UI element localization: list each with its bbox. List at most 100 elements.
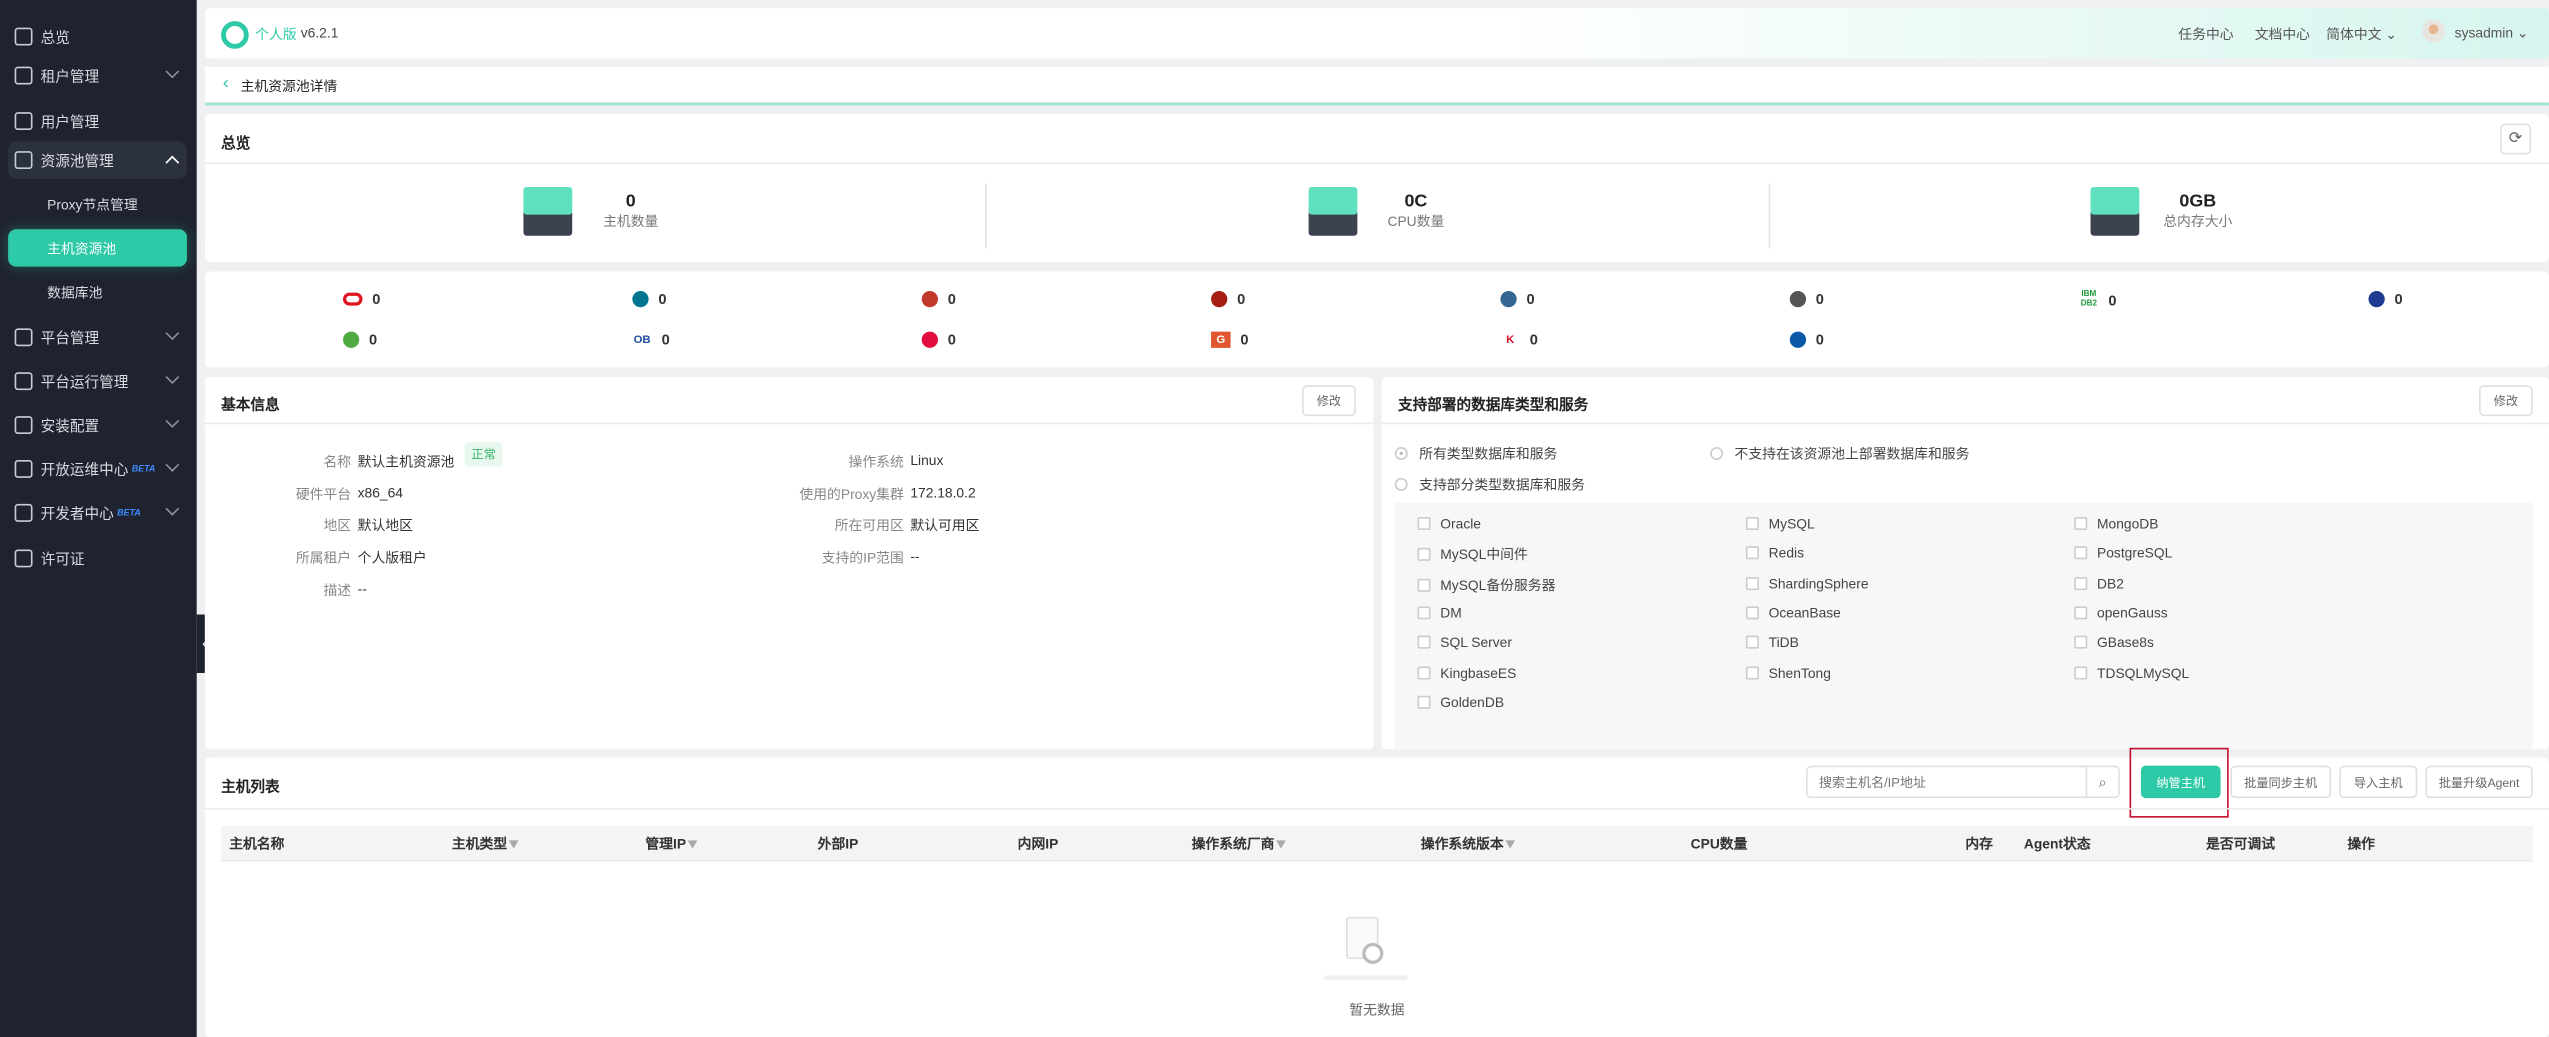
avatar[interactable] <box>2422 19 2445 43</box>
stat-value: 0C <box>1404 191 1428 212</box>
checkbox-tidb[interactable]: TiDB <box>1745 634 1799 651</box>
checkbox-gbase8s[interactable]: GBase8s <box>2074 634 2154 651</box>
doc-center-link[interactable]: 文档中心 <box>2255 24 2310 44</box>
batch-sync-hosts-button[interactable]: 批量同步主机 <box>2230 765 2332 799</box>
radio-option-2[interactable]: 支持部分类型数据库和服务 <box>1394 475 1585 495</box>
sidebar-subitem-2[interactable]: 数据库池 <box>8 273 187 310</box>
logo-icon <box>221 21 249 49</box>
filter-icon[interactable] <box>687 840 698 849</box>
column-header[interactable]: 操作系统版本 <box>1421 826 1516 862</box>
checkbox-mysql[interactable]: MySQL <box>1745 515 1815 532</box>
column-header: Agent状态 <box>2024 826 2091 862</box>
sidebar-item-0[interactable]: 总览 <box>8 18 187 55</box>
checkbox-label: OceanBase <box>1768 604 1841 621</box>
sidebar-item-7[interactable]: 开放运维中心 BETA <box>8 450 187 487</box>
db-logo-icon <box>1500 290 1517 308</box>
column-header[interactable]: 操作系统厂商 <box>1192 826 1286 862</box>
checkbox-dm[interactable]: DM <box>1417 604 1462 621</box>
checkbox-mysql[interactable]: MySQL备份服务器 <box>1417 575 1555 595</box>
sidebar-subitem-0[interactable]: Proxy节点管理 <box>8 185 187 222</box>
memory-icon <box>2084 184 2146 243</box>
db-logo-icon <box>1789 290 1807 308</box>
edit-basic-info-button[interactable]: 修改 <box>1302 385 1356 417</box>
overview-title: 总览 <box>221 134 251 152</box>
sidebar-item-1[interactable]: 租户管理 <box>8 57 187 94</box>
db-count-value: 0 <box>947 290 956 308</box>
checkbox-label: MySQL中间件 <box>1440 546 1528 563</box>
sidebar-item-9[interactable]: 许可证 <box>8 540 187 577</box>
stat-label: 主机数量 <box>603 212 659 230</box>
search-button[interactable]: ⌕ <box>2085 767 2119 797</box>
edit-supported-db-button[interactable]: 修改 <box>2479 385 2533 417</box>
checkbox-goldendb[interactable]: GoldenDB <box>1417 693 1505 711</box>
sidebar-item-6[interactable]: 安装配置 <box>8 406 187 443</box>
column-label: 主机名称 <box>229 835 285 852</box>
checkbox-tdsqlmysql[interactable]: TDSQLMySQL <box>2074 664 2189 680</box>
sidebar-subitem-1[interactable]: 主机资源池 <box>8 229 187 267</box>
sidebar-item-8[interactable]: 开发者中心 BETA <box>8 494 187 531</box>
sidebar-item-2[interactable]: 用户管理 <box>8 102 187 139</box>
batch-upgrade-agent-button[interactable]: 批量升级Agent <box>2425 765 2533 799</box>
radio-option-1[interactable]: 不支持在该资源池上部署数据库和服务 <box>1710 444 1969 464</box>
db-logo-icon <box>921 331 938 348</box>
checkbox-label: DB2 <box>2097 574 2124 592</box>
column-header[interactable]: 管理IP <box>645 826 698 862</box>
field-value: 默认主机资源池 <box>357 453 455 470</box>
checkbox-label: ShardingSphere <box>1768 574 1869 592</box>
checkbox-kingbasees[interactable]: KingbaseES <box>1417 664 1516 680</box>
checkbox-box <box>1417 548 1431 562</box>
filter-icon[interactable] <box>1276 840 1286 849</box>
checkbox-sqlserver[interactable]: SQL Server <box>1417 634 1512 651</box>
db-count-mysql: 0 <box>921 290 956 308</box>
checkbox-shardingsphere[interactable]: ShardingSphere <box>1745 574 1869 592</box>
db-count-mongodb: 0 <box>343 331 377 348</box>
checkbox-oceanbase[interactable]: OceanBase <box>1745 604 1841 621</box>
checkbox-box <box>2074 546 2088 560</box>
version-label: v6.2.1 <box>300 24 339 41</box>
import-hosts-button[interactable]: 导入主机 <box>2339 765 2418 799</box>
search-input[interactable] <box>1807 767 2086 797</box>
manage-host-button[interactable]: 纳管主机 <box>2140 765 2221 799</box>
checkbox-db2[interactable]: DB2 <box>2074 575 2124 591</box>
sidebar: 总览租户管理用户管理 资源池管理平台管理平台运行管理 安装配置开放运维中心 BETA 开… <box>0 0 197 1037</box>
username: sysadmin <box>2454 24 2514 41</box>
task-center-link[interactable]: 任务中心 <box>2178 24 2233 44</box>
checkbox-redis[interactable]: Redis <box>1745 545 1804 561</box>
checkbox-shentong[interactable]: ShenTong <box>1745 664 1831 680</box>
dashboard-icon <box>14 27 33 46</box>
checkbox-postgresql[interactable]: PostgreSQL <box>2074 545 2172 561</box>
db-count-sqlserver: 0 <box>2368 290 2403 308</box>
field-label: 硬件平台 <box>295 486 352 503</box>
host-table-header: 主机名称 主机类型 管理IP 外部IP 内网IP 操作系统厂商 操作系统版本 CPU数量 内存 A… <box>221 825 2533 862</box>
db-count-oracle: 0 <box>343 291 380 307</box>
platform-icon <box>14 328 33 347</box>
checkbox-box <box>2074 576 2088 590</box>
back-icon[interactable]: ‹ <box>223 73 229 93</box>
checkbox-oracle[interactable]: Oracle <box>1417 515 1481 532</box>
field-value: Linux <box>910 451 944 469</box>
checkbox-label: GoldenDB <box>1440 693 1505 711</box>
checkbox-mongodb[interactable]: MongoDB <box>2074 515 2158 532</box>
checkbox-opengauss[interactable]: openGauss <box>2074 605 2168 621</box>
sidebar-item-label: 租户管理 <box>40 68 100 85</box>
filter-icon[interactable] <box>508 840 519 849</box>
basic-info-title: 基本信息 <box>221 396 280 413</box>
host-list-card: 主机列表 ⌕ 纳管主机 批量同步主机 导入主机 批量升级Agent 主机名称主机… <box>204 747 2549 1037</box>
checkbox-mysql[interactable]: MySQL中间件 <box>1417 545 1528 565</box>
radio-option-0[interactable]: 所有类型数据库和服务 <box>1394 444 1557 464</box>
language-select[interactable]: 简体中文 ⌄ <box>2326 24 2397 44</box>
infinity-icon <box>14 503 33 522</box>
user-menu[interactable]: sysadmin ⌄ <box>2455 24 2529 42</box>
refresh-button[interactable]: ⟳ <box>2500 123 2532 155</box>
db-logo-icon: G <box>1211 331 1231 348</box>
column-header[interactable]: 主机类型 <box>452 826 519 862</box>
sidebar-item-5[interactable]: 平台运行管理 <box>8 363 187 400</box>
sidebar-item-3[interactable]: 资源池管理 <box>8 141 187 179</box>
checkbox-label: PostgreSQL <box>2097 545 2173 562</box>
sidebar-item-4[interactable]: 平台管理 <box>8 319 187 356</box>
db-count-value: 0 <box>1529 331 1538 348</box>
radio-circle <box>1710 447 1724 461</box>
sidebar-item-label: 总览 <box>40 29 70 46</box>
checkbox-label: DM <box>1440 604 1462 621</box>
filter-icon[interactable] <box>1505 840 1516 849</box>
